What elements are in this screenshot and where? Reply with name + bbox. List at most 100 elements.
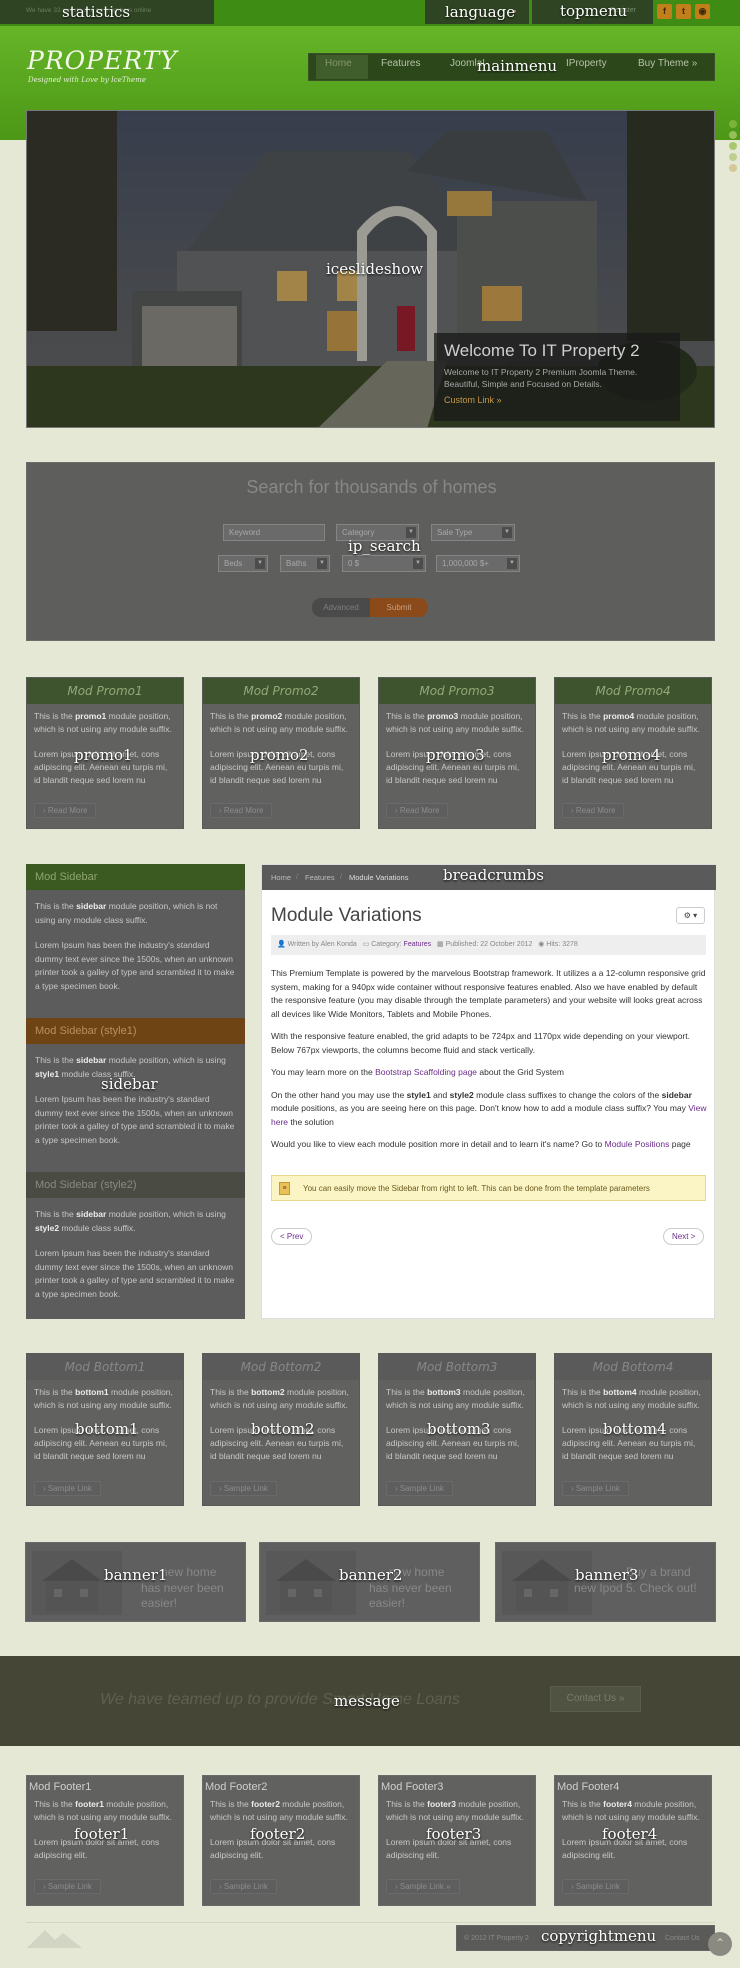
slide-dot-1[interactable]: [729, 120, 737, 128]
baths-label: Baths: [286, 559, 307, 568]
sample-link-wrap: › Sample Link: [562, 1478, 629, 1496]
copyright-menu: © 2012 IT Property 2 Contact Us: [456, 1925, 715, 1951]
promo-text-pre: This is the: [386, 711, 428, 721]
read-more-button[interactable]: › Read More: [386, 803, 449, 818]
footer-1-module: Mod Footer1 This is the footer1 module po…: [26, 1775, 184, 1906]
main-content: Home / Features / Module Variations Modu…: [261, 864, 716, 1319]
mainmenu-item-joomla[interactable]: Joomla!: [450, 58, 485, 69]
sidebar-style1-mid: module position, which is using: [106, 1055, 226, 1065]
meta-hits: Hits: 3278: [546, 941, 578, 948]
prev-button[interactable]: < Prev: [271, 1228, 313, 1245]
footer-text-pre: This is the: [562, 1799, 604, 1809]
meta-category-link[interactable]: Features: [404, 941, 432, 948]
footer-sample-link[interactable]: › Sample Link »: [386, 1879, 460, 1894]
mainmenu-item-features[interactable]: Features: [381, 58, 420, 69]
sample-link-button[interactable]: › Sample Link: [386, 1481, 453, 1496]
keyword-input[interactable]: Keyword: [223, 524, 325, 541]
p4-g: module positions, as you are seeing here…: [271, 1103, 689, 1113]
category-select[interactable]: Category ▼: [336, 524, 419, 541]
sidebar-module-style1: Mod Sidebar (style1) This is the sidebar…: [26, 1018, 245, 1157]
promo-title: Mod Promo1: [27, 678, 183, 704]
bottom-text-bold: bottom3: [427, 1387, 461, 1397]
article-paragraph-1: This Premium Template is powered by the …: [271, 968, 706, 1019]
sale-type-select[interactable]: Sale Type ▼: [431, 524, 515, 541]
caption-link[interactable]: Custom Link »: [444, 395, 670, 405]
bottom-lorem: Lorem ipsum dolor sit amet, cons adipisc…: [386, 1425, 520, 1461]
contact-us-link[interactable]: Contact Us: [665, 1935, 700, 1942]
back-to-top-icon[interactable]: ⌃: [708, 1932, 732, 1956]
promo-body: This is the promo4 module position, whic…: [555, 704, 711, 793]
sample-link-button[interactable]: › Sample Link: [34, 1481, 101, 1496]
uk-flag-icon[interactable]: ▪: [513, 6, 516, 16]
sample-link-button[interactable]: › Sample Link: [210, 1481, 277, 1496]
banner-1[interactable]: new home has never been easier!: [25, 1542, 246, 1622]
slide-dot-4[interactable]: [729, 153, 737, 161]
facebook-icon[interactable]: f: [657, 4, 672, 19]
chevron-down-icon: ▼: [507, 558, 517, 569]
mainmenu-item-iproperty[interactable]: IProperty: [566, 58, 607, 69]
read-more-button[interactable]: › Read More: [210, 803, 273, 818]
article-paragraph-4: On the other hand you may use the style1…: [271, 1089, 708, 1130]
slide-dot-5[interactable]: [729, 164, 737, 172]
footer-title: Mod Footer1: [29, 1781, 92, 1793]
breadcrumb-home[interactable]: Home: [271, 873, 291, 882]
house-thumbnail: [266, 1551, 356, 1615]
article-options-button[interactable]: ⚙ ▾: [676, 907, 705, 924]
p4-b: style1: [406, 1089, 431, 1100]
module-positions-link[interactable]: Module Positions: [605, 1139, 670, 1149]
notice-box: ≡ You can easily move the Sidebar from r…: [271, 1175, 706, 1201]
chevron-down-icon: ▼: [502, 527, 512, 538]
footer-sample-link-label: Sample Link: [47, 1882, 92, 1891]
slideshow[interactable]: Welcome To IT Property 2 Welcome to IT P…: [26, 110, 715, 428]
bottom-body: This is the bottom4 module position, whi…: [555, 1380, 711, 1469]
footer-sample-link-label: Sample Link »: [399, 1882, 451, 1891]
promo-body: This is the promo1 module position, whic…: [27, 704, 183, 793]
bootstrap-scaffolding-link[interactable]: Bootstrap Scaffolding page: [375, 1067, 477, 1077]
read-more-button[interactable]: › Read More: [562, 803, 625, 818]
logo-title[interactable]: PROPERTY: [27, 46, 178, 75]
read-more-button[interactable]: › Read More: [34, 803, 97, 818]
submit-button[interactable]: Submit: [370, 598, 428, 617]
twitter-icon[interactable]: t: [676, 4, 691, 19]
category-select-label: Category: [342, 528, 375, 537]
footer-sample-link[interactable]: › Sample Link: [210, 1879, 277, 1894]
price-min-select[interactable]: 0 $ ▼: [342, 555, 426, 572]
meta-category-label: Category:: [371, 941, 402, 948]
promo-text-bold: promo4: [603, 711, 635, 721]
topmenu-module[interactable]: Register: [532, 0, 653, 24]
note-icon: ≡: [279, 1182, 290, 1195]
footer-sample-link[interactable]: › Sample Link: [34, 1879, 101, 1894]
price-max-select[interactable]: 1,000,000 $+ ▼: [436, 555, 520, 572]
language-module[interactable]: ▪: [425, 0, 529, 24]
mainmenu-item-buy-theme[interactable]: Buy Theme »: [638, 58, 697, 69]
footer-sample-link[interactable]: › Sample Link: [562, 1879, 629, 1894]
banner-2[interactable]: new home has never been easier!: [259, 1542, 480, 1622]
promo-lorem: Lorem ipsum dolor sit amet, cons adipisc…: [34, 749, 168, 785]
advanced-button[interactable]: Advanced: [312, 598, 370, 617]
sample-link-button[interactable]: › Sample Link: [562, 1481, 629, 1496]
slideshow-caption: Welcome To IT Property 2 Welcome to IT P…: [434, 333, 680, 421]
baths-select[interactable]: Baths ▼: [280, 555, 330, 572]
breadcrumb-features[interactable]: Features: [305, 873, 335, 882]
register-link[interactable]: Register: [610, 7, 636, 14]
meta-published: Published: 22 October 2012: [445, 941, 533, 948]
footer-text-bold: footer3: [427, 1799, 456, 1809]
banner-3-line-1: Buy a brand: [626, 1565, 691, 1579]
footer-title: Mod Footer4: [557, 1781, 620, 1793]
ip-search-module: Search for thousands of homes Keyword Ca…: [26, 462, 715, 641]
banner-3[interactable]: Buy a brand new Ipod 5. Check out!: [495, 1542, 716, 1622]
beds-select[interactable]: Beds ▼: [218, 555, 268, 572]
sample-link-wrap: › Sample Link: [210, 1478, 277, 1496]
sample-link-label: Sample Link: [575, 1484, 620, 1493]
footer-link-wrap: › Sample Link: [562, 1876, 629, 1894]
slide-dot-2[interactable]: [729, 131, 737, 139]
sample-link-label: Sample Link: [47, 1484, 92, 1493]
rss-icon[interactable]: ◉: [695, 4, 710, 19]
slide-dot-3[interactable]: [729, 142, 737, 150]
promo-lorem: Lorem ipsum dolor sit amet, cons adipisc…: [562, 749, 696, 785]
bottom-title: Mod Bottom2: [203, 1354, 359, 1380]
read-more-label: Read More: [399, 806, 440, 815]
mainmenu-item-home[interactable]: Home: [325, 58, 352, 69]
next-button[interactable]: Next >: [663, 1228, 705, 1245]
contact-us-button[interactable]: Contact Us »: [550, 1686, 641, 1712]
